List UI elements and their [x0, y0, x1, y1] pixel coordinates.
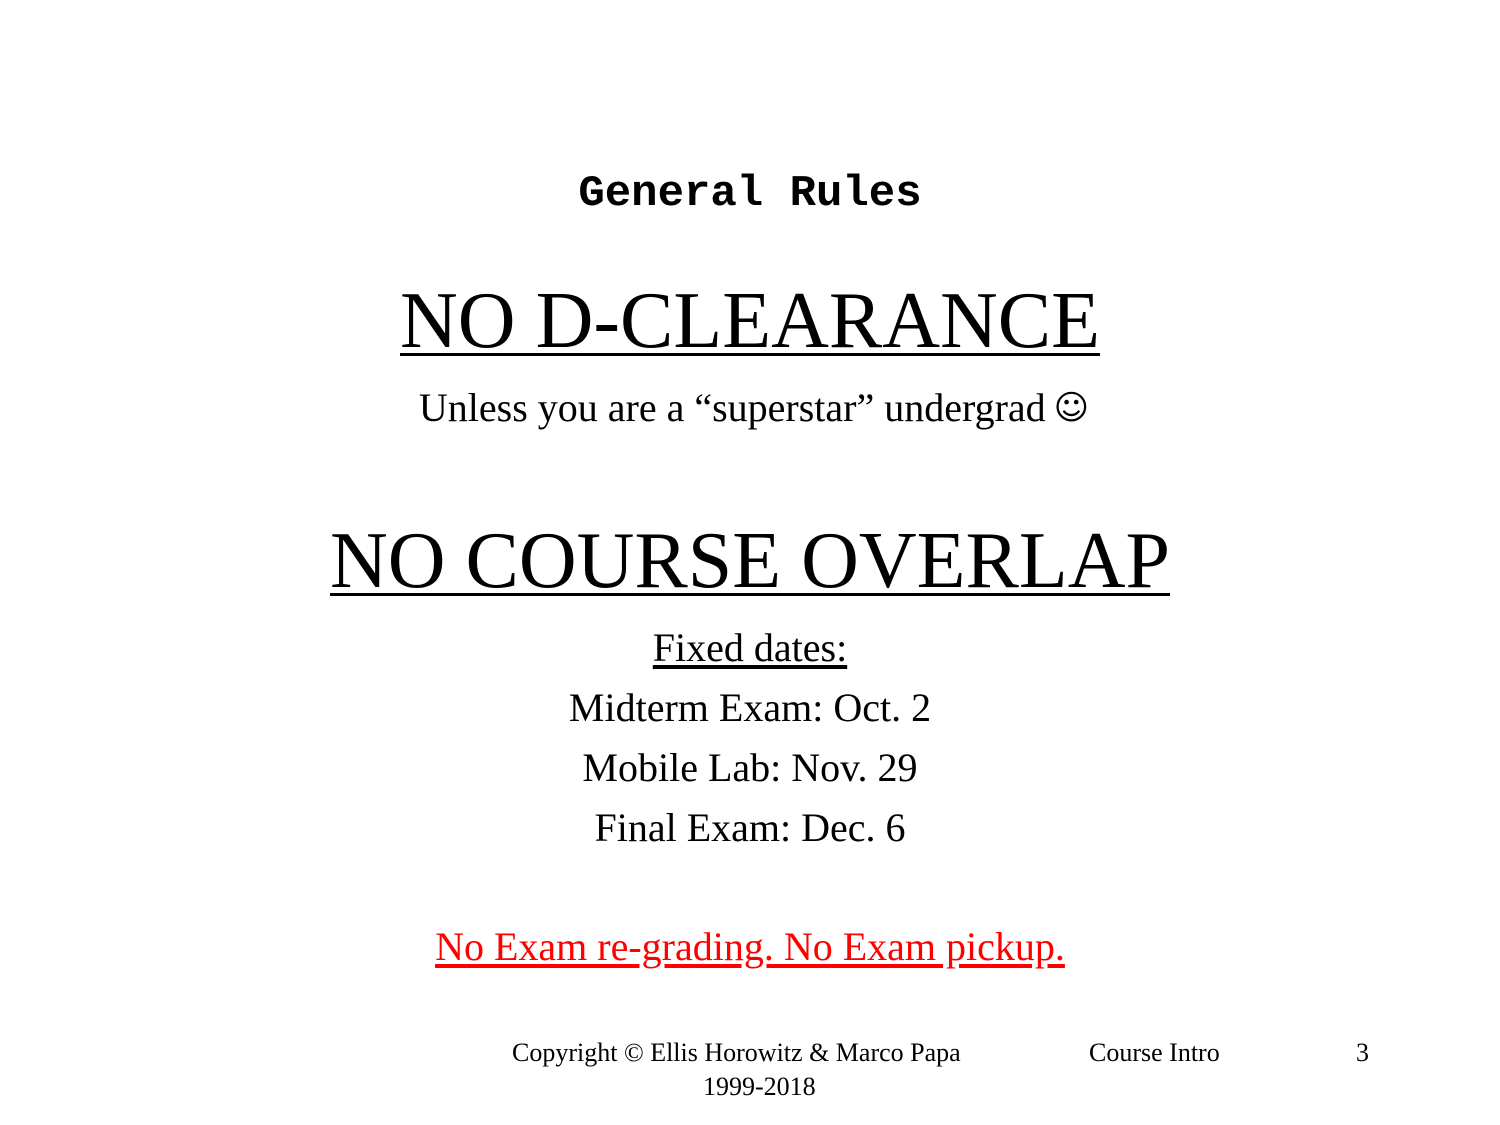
page-number: 3 [1356, 1038, 1369, 1067]
slide: General Rules NO D-CLEARANCE Unless you … [0, 0, 1500, 1125]
footer-copyright: Copyright © Ellis Horowitz & Marco Papa [512, 1038, 961, 1067]
footer-years: 1999-2018 [703, 1072, 816, 1101]
smiley-icon: ☺ [1053, 388, 1090, 428]
rule-note: Unless you are a “superstar” undergrad ☺ [0, 384, 1500, 432]
date-final: Final Exam: Dec. 6 [594, 805, 906, 850]
date-midterm: Midterm Exam: Oct. 2 [568, 685, 932, 730]
rule-no-d-clearance: NO D-CLEARANCE [400, 277, 1100, 365]
slide-title: General Rules [578, 169, 922, 219]
rule-note-text: Unless you are a “superstar” undergrad [418, 385, 1046, 430]
fixed-dates-label: Fixed dates: [652, 625, 848, 670]
regrading-warning: No Exam re-grading. No Exam pickup. [435, 924, 1065, 969]
date-mobile-lab: Mobile Lab: Nov. 29 [582, 745, 918, 790]
rule-no-course-overlap: NO COURSE OVERLAP [329, 517, 1171, 605]
footer-course-name: Course Intro [1089, 1038, 1220, 1067]
